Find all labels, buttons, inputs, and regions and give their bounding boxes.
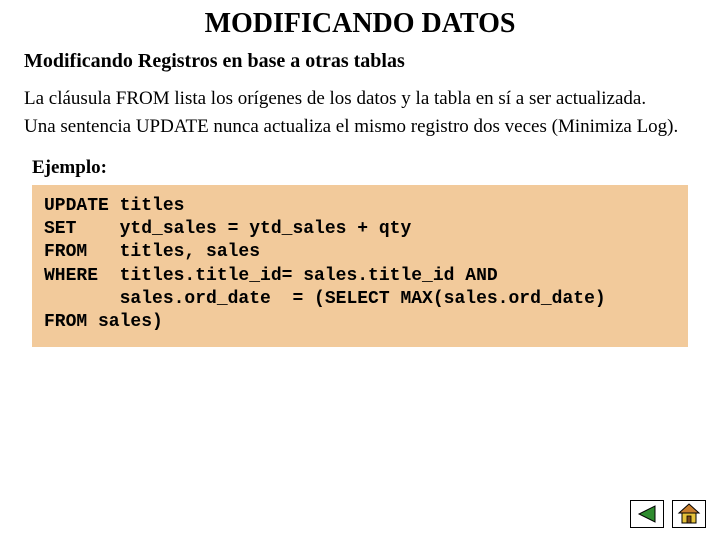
example-label: Ejemplo: — [32, 157, 696, 179]
page-title: MODIFICANDO DATOS — [24, 8, 696, 40]
slide: MODIFICANDO DATOS Modificando Registros … — [0, 0, 720, 540]
nav-controls — [630, 500, 706, 528]
body-paragraph-2: Una sentencia UPDATE nunca actualiza el … — [24, 115, 696, 139]
triangle-left-icon — [637, 505, 657, 523]
home-button[interactable] — [672, 500, 706, 528]
sql-code-block: UPDATE titles SET ytd_sales = ytd_sales … — [32, 185, 688, 347]
house-icon — [677, 503, 701, 525]
section-subtitle: Modificando Registros en base a otras ta… — [24, 50, 696, 73]
body-paragraph-1: La cláusula FROM lista los orígenes de l… — [24, 87, 696, 111]
back-button[interactable] — [630, 500, 664, 528]
